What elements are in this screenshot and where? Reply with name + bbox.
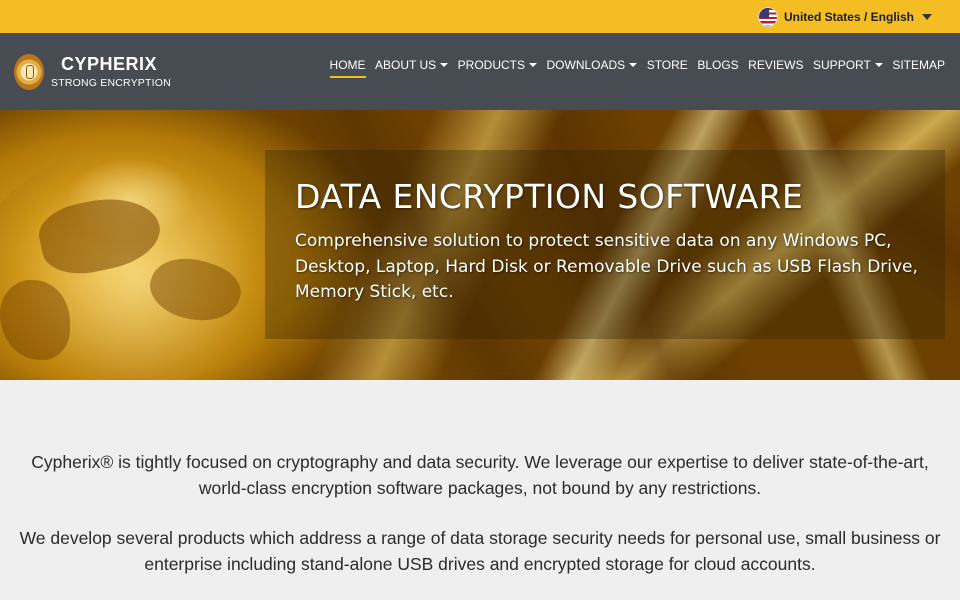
- lock-seal-icon: [14, 54, 44, 90]
- nav-item-about-us[interactable]: ABOUT US: [375, 56, 449, 74]
- nav-item-label: PRODUCTS: [457, 58, 525, 72]
- nav-item-label: ABOUT US: [375, 58, 437, 72]
- site-header: CYPHERIX STRONG ENCRYPTION HOME ABOUT US…: [0, 33, 960, 110]
- nav-item-store[interactable]: STORE: [647, 56, 688, 74]
- nav-item-label: SITEMAP: [892, 58, 945, 72]
- caret-down-icon: [874, 63, 883, 67]
- nav-item-downloads[interactable]: DOWNLOADS: [547, 56, 638, 74]
- nav-item-label: DOWNLOADS: [546, 58, 626, 72]
- hero-description: Comprehensive solution to protect sensit…: [295, 231, 918, 302]
- language-selector[interactable]: United States / English: [757, 7, 932, 27]
- chevron-down-icon: [922, 14, 932, 20]
- nav-item-sitemap[interactable]: SITEMAP: [892, 56, 945, 74]
- nav-item-label: HOME: [329, 58, 366, 72]
- caret-down-icon: [529, 63, 537, 67]
- nav-item-home[interactable]: HOME: [329, 56, 366, 78]
- nav-item-label: SUPPORT: [813, 58, 871, 72]
- logo-title: CYPHERIX: [61, 54, 158, 74]
- hero-panel: DATA ENCRYPTION SOFTWARE Comprehensive s…: [265, 150, 945, 339]
- main-nav: HOME ABOUT US PRODUCTS DOWNLOADS STORE B…: [320, 56, 945, 78]
- caret-down-icon: [440, 63, 449, 67]
- intro-section: Cypherix® is tightly focused on cryptogr…: [0, 380, 960, 600]
- intro-paragraph: Cypherix® is tightly focused on cryptogr…: [31, 452, 929, 498]
- logo[interactable]: CYPHERIX STRONG ENCRYPTION: [14, 54, 171, 90]
- language-label: United States / English: [783, 10, 914, 24]
- nav-item-label: REVIEWS: [748, 58, 804, 72]
- nav-item-support[interactable]: SUPPORT: [813, 56, 883, 74]
- nav-item-products[interactable]: PRODUCTS: [458, 56, 537, 74]
- nav-item-label: BLOGS: [697, 58, 739, 72]
- intro-paragraph: We develop several products which addres…: [19, 528, 941, 574]
- hero-banner: DATA ENCRYPTION SOFTWARE Comprehensive s…: [0, 110, 960, 380]
- nav-item-blogs[interactable]: BLOGS: [697, 56, 738, 74]
- language-bar: United States / English: [0, 0, 960, 33]
- caret-down-icon: [629, 63, 638, 67]
- logo-subtitle: STRONG ENCRYPTION: [51, 77, 171, 89]
- hero-title: DATA ENCRYPTION SOFTWARE: [295, 177, 804, 216]
- nav-item-reviews[interactable]: REVIEWS: [748, 56, 803, 74]
- us-flag-icon: [757, 7, 778, 27]
- nav-item-label: STORE: [646, 58, 688, 72]
